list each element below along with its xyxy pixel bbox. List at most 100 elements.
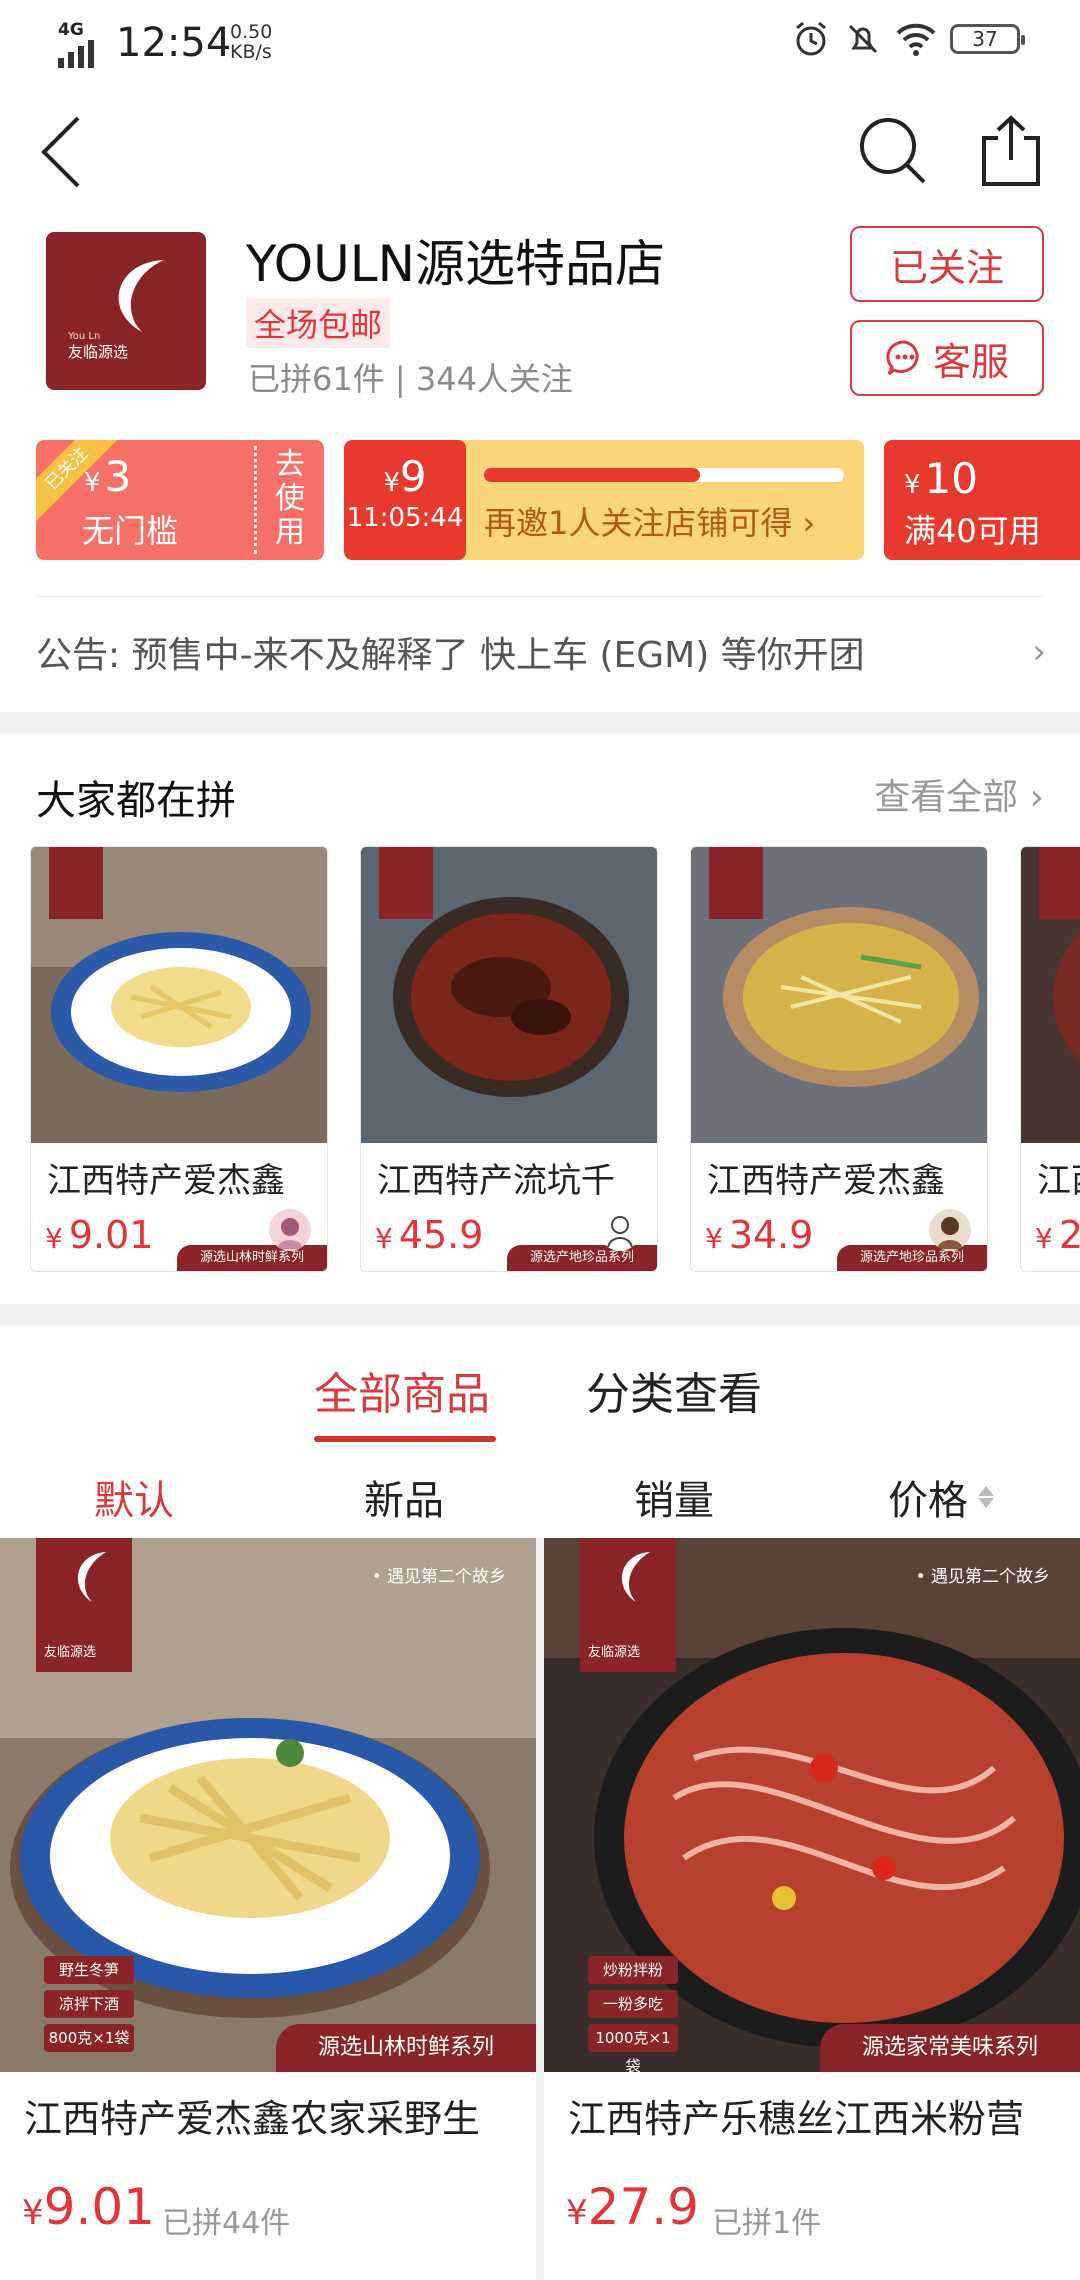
- group-card[interactable]: 源选产地珍品系列 江西特产流坑千 ¥45.9: [360, 846, 658, 1272]
- back-arrow-icon[interactable]: [36, 112, 106, 192]
- product-tagline: • 遇见第二个故乡: [371, 1567, 506, 1587]
- avatar: [929, 1209, 971, 1251]
- invite-text: 再邀1人关注店铺可得 ›: [484, 504, 816, 542]
- group-item-name: 江西特产爱杰鑫: [47, 1161, 285, 1201]
- divider: [36, 596, 1044, 597]
- top-nav: [0, 100, 1080, 210]
- net-speed: 0.50 KB/s: [230, 22, 272, 62]
- product-chip: 凉拌下酒: [44, 1990, 134, 2018]
- product-name: 江西特产乐穗丝江西米粉营: [568, 2097, 1025, 2141]
- use-coupon-button[interactable]: 去使用: [268, 448, 312, 550]
- brand-logo-text: 友临源选: [588, 1645, 641, 1660]
- coupon-amount-value: 10: [924, 454, 978, 503]
- net-speed-unit: KB/s: [230, 41, 272, 63]
- product-price-value: 9.01: [43, 2178, 155, 2236]
- view-all-link[interactable]: 查看全部 ›: [874, 768, 1044, 820]
- group-item-price: ¥9.01: [45, 1213, 153, 1257]
- share-icon[interactable]: [976, 114, 1046, 188]
- sort-price[interactable]: 价格: [888, 1468, 994, 1526]
- section-gap: [0, 1304, 1080, 1326]
- coupon-9-left: ¥9 11:05:44: [344, 440, 466, 560]
- coupon-3-off[interactable]: 已关注 ¥3 无门槛 去使用: [36, 440, 324, 560]
- alarm-icon: [796, 21, 826, 56]
- chat-bubble-icon: [886, 340, 919, 376]
- sort-default[interactable]: 默认: [94, 1468, 174, 1526]
- brand-logo-icon: 友临源选: [36, 1538, 132, 1672]
- currency-symbol: ¥: [705, 1222, 723, 1255]
- crescent-icon: [77, 1552, 106, 1602]
- store-name: YOULN源选特品店: [246, 235, 666, 293]
- store-notice[interactable]: 公告: 预售中-来不及解释了 快上车 (EGM) 等你开团 ›: [36, 626, 1046, 678]
- group-card[interactable]: 江西 ¥2: [1020, 846, 1080, 1272]
- brand-logo-icon: 友临源选: [580, 1538, 676, 1672]
- follow-button[interactable]: 已关注: [850, 226, 1044, 302]
- currency-symbol: ¥: [904, 470, 921, 500]
- product-card[interactable]: 友临源选 • 遇见第二个故乡 野生冬笋 凉拌下酒 800克×1袋 源选山林时鲜系…: [0, 1538, 536, 2280]
- group-item-price-value: 9.01: [68, 1213, 154, 1257]
- coupon-amount: ¥9: [344, 452, 466, 501]
- product-name: 江西特产爱杰鑫农家采野生: [24, 2097, 481, 2141]
- store-logo[interactable]: You Ln 友临源选: [46, 232, 206, 390]
- group-item-price: ¥2: [1035, 1213, 1080, 1257]
- coupon-9-invite[interactable]: ¥9 11:05:44 再邀1人关注店铺可得 ›: [344, 440, 864, 560]
- invite-progress-fill: [484, 468, 700, 482]
- currency-symbol: ¥: [84, 468, 101, 498]
- group-item-price: ¥45.9: [375, 1213, 483, 1257]
- status-right: 37: [792, 20, 1025, 58]
- signal-icon: [58, 40, 94, 68]
- tab-category[interactable]: 分类查看: [586, 1358, 762, 1422]
- group-item-name: 江西特产爱杰鑫: [707, 1161, 945, 1201]
- avatar: [269, 1209, 311, 1251]
- store-logo-text: 友临源选: [68, 343, 129, 361]
- coupon-amount-value: 9: [399, 452, 427, 501]
- product-tagline: • 遇见第二个故乡: [915, 1567, 1050, 1587]
- group-card[interactable]: 源选产地珍品系列 江西特产爱杰鑫 ¥34.9: [690, 846, 988, 1272]
- group-item-name: 江西特产流坑千: [377, 1161, 615, 1201]
- tab-all-products[interactable]: 全部商品: [314, 1358, 490, 1422]
- product-price: ¥27.9: [566, 2178, 699, 2236]
- store-logo-crescent-icon: [118, 260, 164, 332]
- clock: 12:54: [116, 20, 232, 66]
- series-band: 源选产地珍品系列: [507, 1245, 657, 1271]
- group-card[interactable]: 源选山林时鲜系列 江西特产爱杰鑫 ¥9.01: [30, 846, 328, 1272]
- customer-service-button[interactable]: 客服: [850, 320, 1044, 396]
- product-price: ¥9.01: [22, 2178, 155, 2236]
- group-item-price-value: 45.9: [398, 1213, 484, 1257]
- net-speed-value: 0.50: [230, 21, 273, 43]
- product-chip: 1000克×1袋: [588, 2024, 678, 2075]
- section-gap: [0, 712, 1080, 734]
- product-price-value: 27.9: [587, 2178, 699, 2236]
- series-band: 源选山林时鲜系列: [276, 2024, 536, 2072]
- active-tab-indicator: [314, 1436, 496, 1442]
- currency-symbol: ¥: [383, 468, 400, 498]
- notice-text: 公告: 预售中-来不及解释了 快上车 (EGM) 等你开团: [36, 635, 865, 676]
- product-chip: 炒粉拌粉: [588, 1956, 678, 1984]
- coupon-amount: ¥10: [904, 454, 978, 503]
- search-icon[interactable]: [858, 116, 928, 186]
- wifi-icon: [896, 23, 936, 56]
- coupon-10-off[interactable]: ¥10 满40可用: [884, 440, 1080, 560]
- avatar: [599, 1209, 641, 1251]
- currency-symbol: ¥: [566, 2193, 588, 2233]
- coupon-amount: ¥3: [84, 452, 131, 501]
- brand-logo-icon: [1039, 847, 1080, 919]
- customer-service-label: 客服: [932, 339, 1009, 384]
- product-chip: 800克×1袋: [44, 2024, 134, 2052]
- product-card[interactable]: 友临源选 • 遇见第二个故乡 炒粉拌粉 一粉多吃 1000克×1袋 源选家常美味…: [544, 1538, 1080, 2280]
- series-band: 源选产地珍品系列: [837, 1245, 987, 1271]
- coupon-divider: [254, 446, 257, 554]
- coupon-row: 已关注 ¥3 无门槛 去使用 ¥9 11:05:44 再邀1人关注店铺可得 › …: [0, 440, 1080, 562]
- product-chip: 一粉多吃: [588, 1990, 678, 2018]
- currency-symbol: ¥: [375, 1222, 393, 1255]
- coupon-condition: 无门槛: [82, 512, 179, 550]
- coupon-condition: 满40可用: [904, 512, 1041, 550]
- currency-symbol: ¥: [1035, 1222, 1053, 1255]
- countdown-timer: 11:05:44: [346, 503, 464, 533]
- sort-sales[interactable]: 销量: [634, 1468, 714, 1526]
- group-carousel[interactable]: 源选山林时鲜系列 江西特产爱杰鑫 ¥9.01 源选产地珍品系列 江西特产流坑千 …: [30, 846, 1080, 1272]
- series-band: 源选家常美味系列: [820, 2024, 1080, 2072]
- group-item-price-value: 2: [1059, 1213, 1080, 1257]
- brand-logo-icon: [379, 847, 433, 919]
- sort-new[interactable]: 新品: [364, 1468, 444, 1526]
- battery-icon: 37: [950, 24, 1025, 54]
